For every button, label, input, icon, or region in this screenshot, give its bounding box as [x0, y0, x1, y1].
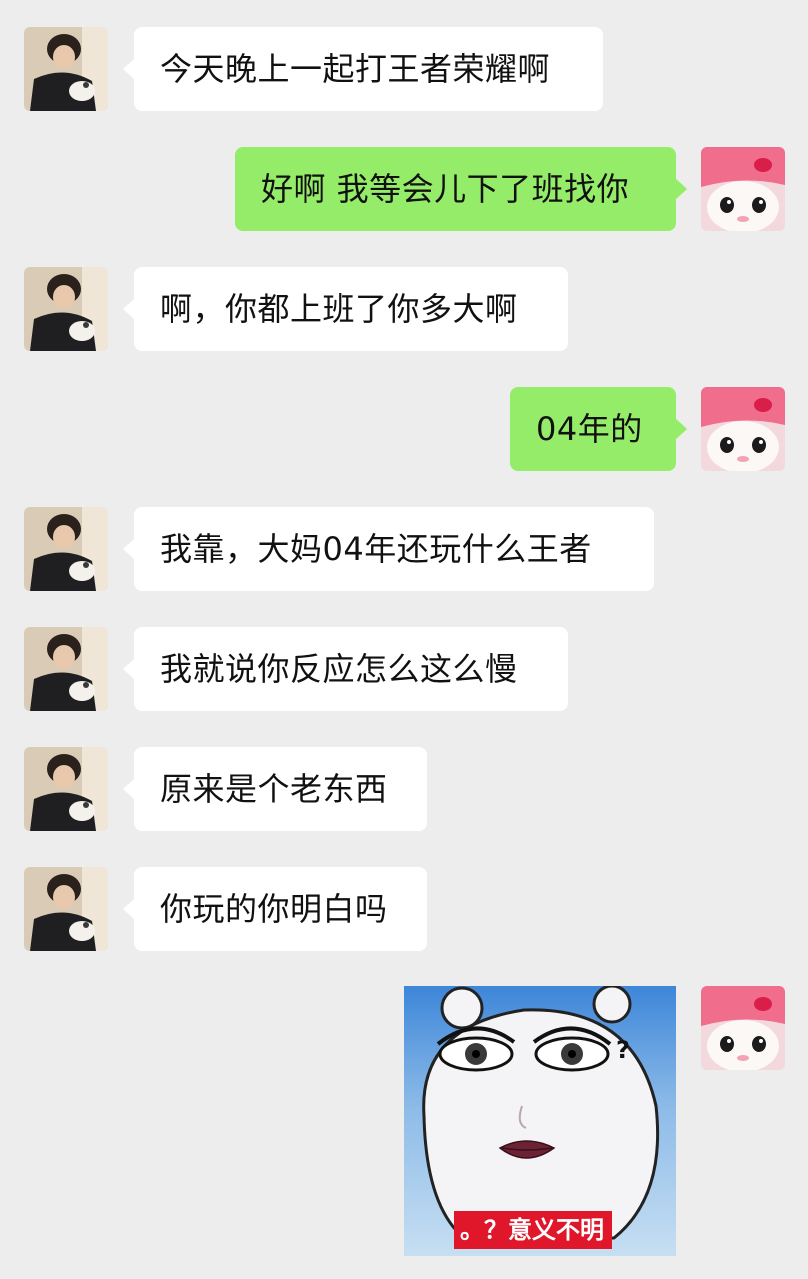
friend-message-bubble[interactable]: 原来是个老东西	[123, 747, 427, 831]
my-avatar[interactable]	[701, 986, 785, 1070]
sticker-caption: 。？意义不明	[454, 1211, 612, 1249]
my-avatar[interactable]	[701, 387, 785, 471]
my-message-bubble[interactable]: 好啊 我等会儿下了班找你	[235, 147, 687, 231]
question-mark-text: ?	[616, 1036, 630, 1064]
my-avatar[interactable]	[701, 147, 785, 231]
friend-message-bubble[interactable]: 我靠，大妈04年还玩什么王者	[123, 507, 654, 591]
meme-sticker[interactable]: ? 。？意义不明	[404, 986, 676, 1256]
friend-message-bubble[interactable]: 我就说你反应怎么这么慢	[123, 627, 568, 711]
friend-message-bubble[interactable]: 啊，你都上班了你多大啊	[123, 267, 568, 351]
friend-message-bubble[interactable]: 今天晚上一起打王者荣耀啊	[123, 27, 603, 111]
friend-avatar[interactable]	[24, 747, 108, 831]
friend-avatar[interactable]	[24, 27, 108, 111]
friend-avatar[interactable]	[24, 267, 108, 351]
friend-avatar[interactable]	[24, 507, 108, 591]
friend-avatar[interactable]	[24, 867, 108, 951]
friend-avatar[interactable]	[24, 627, 108, 711]
my-message-bubble[interactable]: 04年的	[510, 387, 687, 471]
friend-message-bubble[interactable]: 你玩的你明白吗	[123, 867, 427, 951]
